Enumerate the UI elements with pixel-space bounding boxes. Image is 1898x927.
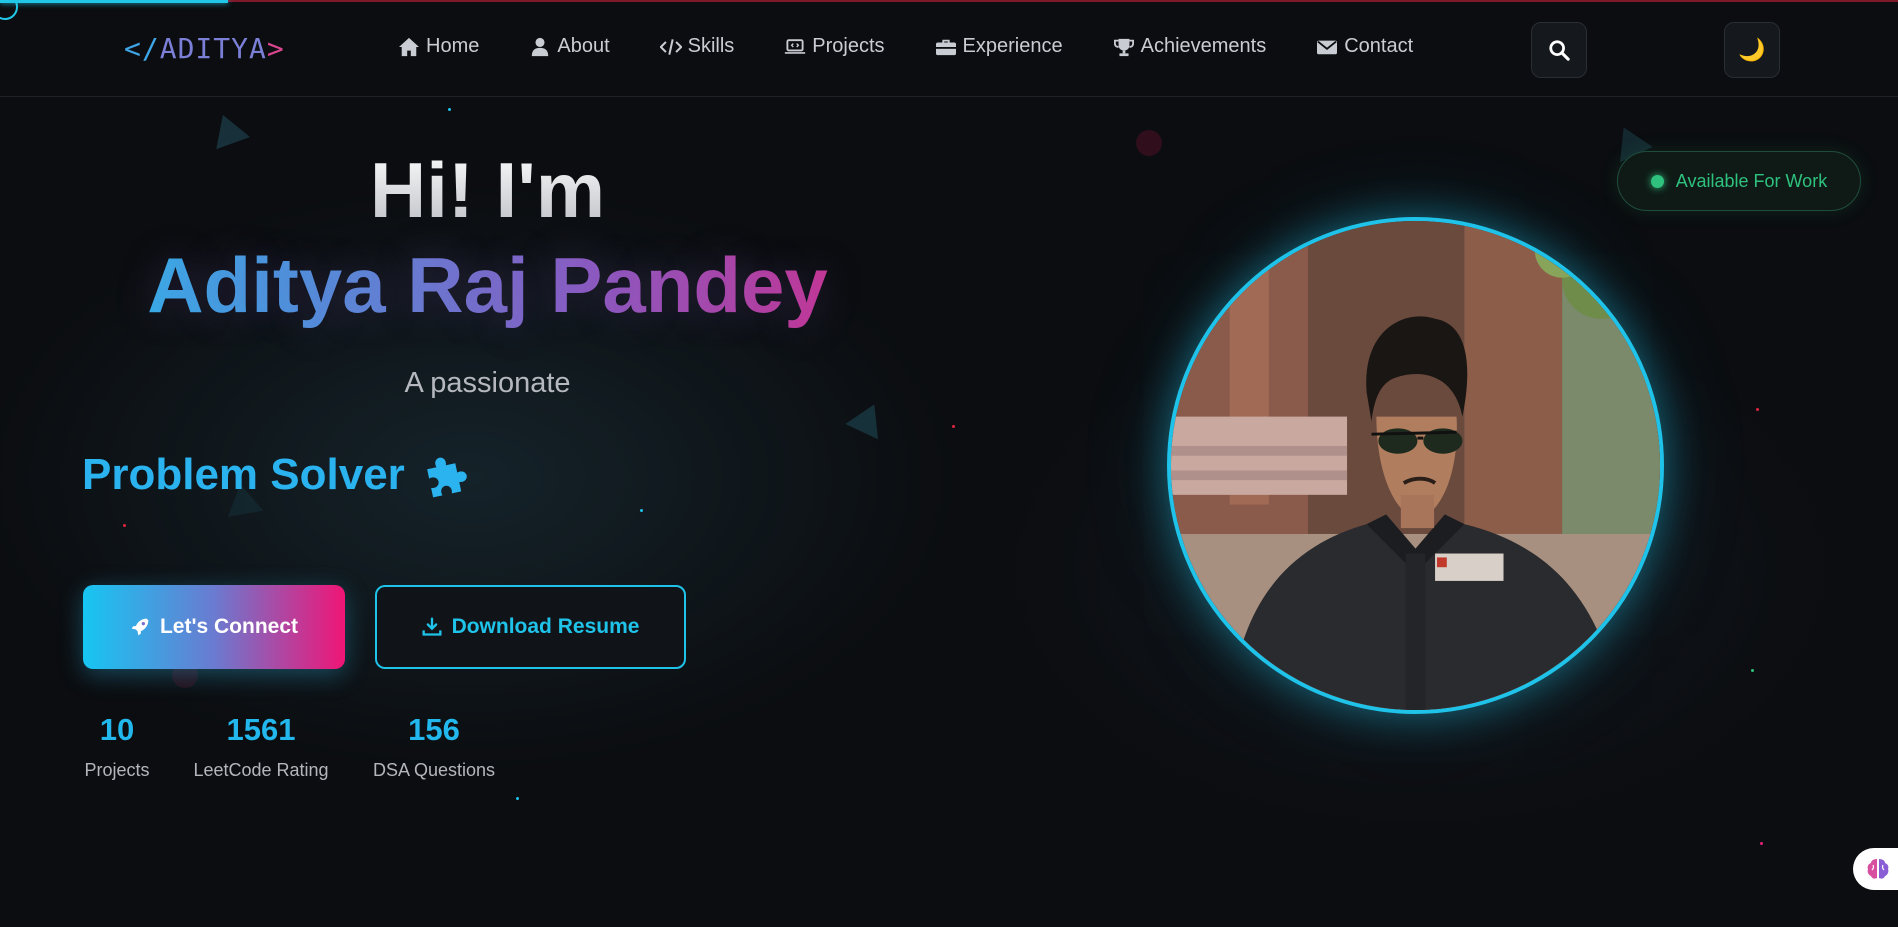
profile-photo [1167, 217, 1664, 714]
main-navigation: Home About Skills Projects Experience Ac… [398, 35, 1463, 58]
availability-badge: Available For Work [1617, 151, 1861, 211]
stat-dsa-questions: 156 DSA Questions [369, 712, 499, 781]
stat-leetcode-rating: 1561 LeetCode Rating [190, 712, 332, 781]
hero-role: Problem Solver [82, 450, 469, 500]
logo-text: ADITYA [159, 32, 267, 65]
decorative-circle [1136, 130, 1162, 156]
laptop-code-icon [785, 38, 806, 54]
site-logo[interactable]: </ADITYA> [124, 32, 285, 65]
download-resume-label: Download Resume [451, 615, 640, 638]
rocket-icon [131, 618, 149, 636]
decorative-dot [640, 509, 643, 512]
decorative-dot [123, 524, 126, 527]
search-icon [1549, 40, 1570, 61]
decorative-dot [1760, 842, 1763, 845]
decorative-dot [448, 108, 451, 111]
nav-label-skills: Skills [687, 35, 735, 57]
code-icon [659, 38, 682, 55]
stat-label: Projects [84, 760, 150, 780]
download-resume-button[interactable]: Download Resume [375, 585, 686, 669]
logo-open-bracket: </ [124, 32, 160, 65]
decorative-triangle [845, 396, 891, 440]
lets-connect-button[interactable]: Let's Connect [83, 585, 345, 669]
envelope-icon [1317, 40, 1338, 54]
hero-tagline: A passionate [404, 367, 571, 399]
ai-assistant-button[interactable] [1853, 848, 1898, 890]
nav-item-home[interactable]: Home [398, 35, 479, 58]
stat-value: 156 [408, 712, 460, 747]
nav-item-about[interactable]: About [529, 35, 610, 58]
nav-label-achievements: Achievements [1140, 35, 1267, 57]
search-button[interactable] [1531, 22, 1587, 78]
briefcase-icon [935, 39, 956, 55]
nav-label-projects: Projects [812, 35, 885, 57]
availability-text: Available For Work [1675, 170, 1828, 191]
decorative-dot [516, 797, 519, 800]
decorative-dot [1751, 669, 1754, 672]
lets-connect-label: Let's Connect [159, 615, 298, 638]
nav-label-experience: Experience [962, 35, 1063, 57]
stat-label: LeetCode Rating [193, 760, 329, 780]
hero-greeting: Hi! I'm [0, 145, 975, 236]
hero-role-text: Problem Solver [82, 450, 405, 499]
decorative-dot [952, 425, 955, 428]
stat-projects: 10 Projects [82, 712, 152, 781]
nav-item-skills[interactable]: Skills [659, 35, 735, 58]
profile-photo-illustration [1171, 221, 1660, 710]
decorative-triangle [205, 108, 251, 150]
stat-value: 1561 [226, 712, 296, 747]
download-icon [422, 617, 442, 636]
trophy-icon [1113, 38, 1134, 56]
site-header: </ADITYA> Home About Skills Projects Exp… [0, 0, 1898, 97]
nav-item-contact[interactable]: Contact [1316, 35, 1413, 58]
nav-item-projects[interactable]: Projects [784, 35, 885, 58]
stat-label: DSA Questions [372, 760, 496, 780]
nav-label-contact: Contact [1344, 35, 1414, 57]
nav-item-achievements[interactable]: Achievements [1113, 35, 1267, 58]
moon-icon: 🌙 [1738, 37, 1766, 62]
nav-item-experience[interactable]: Experience [935, 35, 1063, 58]
brain-icon [1867, 859, 1889, 879]
status-indicator-dot [1650, 174, 1664, 188]
home-icon [399, 37, 419, 56]
logo-close-bracket: > [266, 32, 285, 65]
theme-toggle-button[interactable]: 🌙 [1724, 22, 1780, 78]
puzzle-piece-icon [426, 457, 467, 498]
stat-value: 10 [99, 712, 135, 747]
nav-label-home: Home [426, 35, 480, 57]
hero-name: Aditya Raj Pandey [0, 240, 975, 331]
decorative-dot [1756, 408, 1759, 411]
user-icon [532, 37, 549, 56]
nav-label-about: About [557, 35, 610, 57]
